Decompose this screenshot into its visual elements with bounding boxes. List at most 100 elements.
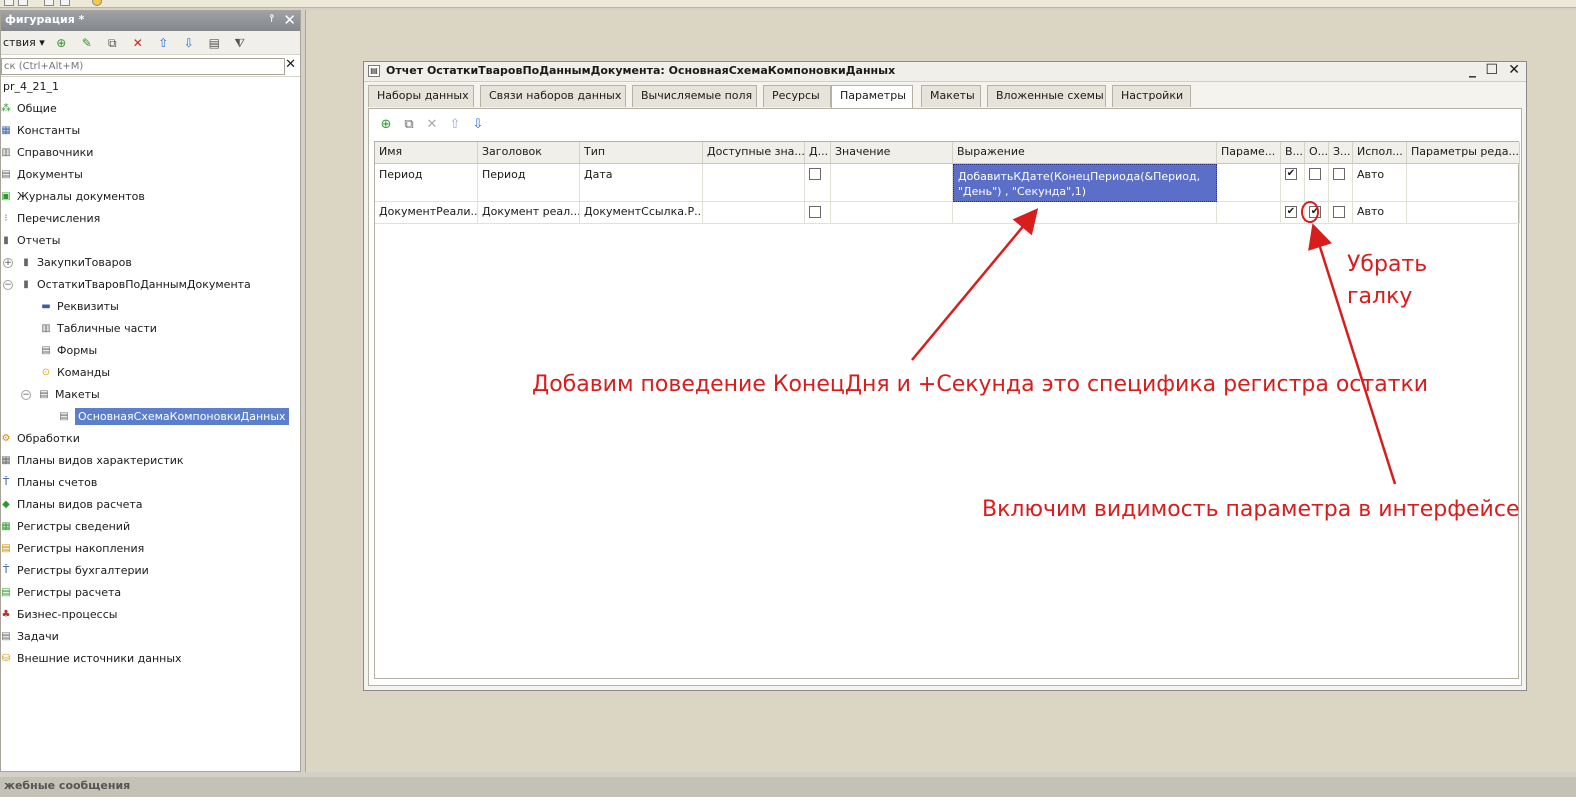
tree-item-report-stock[interactable]: − ▮ ОстаткиТваровПоДаннымДокумента [3, 275, 251, 295]
expand-icon[interactable]: + [3, 258, 13, 268]
move-down-icon[interactable]: ⇩ [469, 117, 487, 133]
tree-item-root[interactable]: pr_4_21_1 [3, 77, 59, 97]
include-checkbox[interactable]: ✔ [1285, 206, 1297, 218]
tree-item-accum-registers[interactable]: ▤ Регистры накопления [0, 539, 144, 559]
filter-icon[interactable]: ⧨ [231, 35, 249, 51]
column-header[interactable]: Испол... [1353, 142, 1407, 164]
restrict-checkbox[interactable] [1309, 168, 1321, 180]
delete-icon[interactable]: ✕ [423, 117, 441, 133]
pin-icon[interactable]: ⫯ [270, 13, 274, 24]
tab-datasets[interactable]: Наборы данных [368, 85, 474, 107]
tab-templates[interactable]: Макеты [921, 85, 981, 107]
column-header[interactable]: Имя [375, 142, 478, 164]
tree-item-business-processes[interactable]: ♣ Бизнес-процессы [0, 605, 118, 625]
actions-menu[interactable]: ствия ▾ [3, 35, 45, 51]
close-icon[interactable]: ✕ [1508, 62, 1520, 78]
table-cell[interactable]: ДокументСсылка.Р... [580, 202, 703, 224]
tree-item-calc-registers[interactable]: ▤ Регистры расчета [0, 583, 121, 603]
tree-item-tasks[interactable]: ▤ Задачи [0, 627, 59, 647]
add-icon[interactable]: ⊕ [52, 35, 70, 51]
table-cell[interactable]: Дата [580, 164, 703, 202]
column-header[interactable]: Выражение [953, 142, 1217, 164]
table-cell[interactable] [1217, 164, 1281, 202]
add-icon[interactable]: ⊕ [377, 117, 395, 133]
tree-item-documents[interactable]: ▤ Документы [0, 165, 83, 185]
table-cell[interactable] [703, 164, 805, 202]
column-header[interactable]: О... [1305, 142, 1329, 164]
tree-item-dataprocessors[interactable]: ⚙ Обработки [0, 429, 80, 449]
tree-item-catalogs[interactable]: ▥ Справочники [0, 143, 93, 163]
tree-item-reports[interactable]: ▮ Отчеты [0, 231, 60, 251]
column-header[interactable]: Значение [831, 142, 953, 164]
collapse-icon[interactable]: − [21, 390, 31, 400]
copy-icon[interactable]: ⧉ [103, 35, 121, 51]
toolbar-icon[interactable] [18, 0, 28, 6]
minimize-icon[interactable]: _ [1469, 62, 1476, 78]
table-cell[interactable] [953, 202, 1217, 224]
edit-icon[interactable]: ✎ [78, 35, 96, 51]
toolbar-icon[interactable] [92, 0, 102, 6]
toolbar-icon[interactable] [44, 0, 54, 6]
move-up-icon[interactable]: ⇧ [446, 117, 464, 133]
move-down-icon[interactable]: ⇩ [180, 35, 198, 51]
tab-parameters[interactable]: Параметры [831, 85, 913, 109]
column-header[interactable]: Параме... [1217, 142, 1281, 164]
maximize-icon[interactable]: ☐ [1485, 62, 1498, 78]
toolbar-icon[interactable] [4, 0, 14, 6]
table-cell[interactable] [1217, 202, 1281, 224]
tab-settings[interactable]: Настройки [1112, 85, 1191, 107]
tree-item-common[interactable]: ⁂ Общие [0, 99, 57, 119]
tree-item-main-schema[interactable]: ▤ ОсновнаяСхемаКомпоновкиДанных [57, 407, 289, 427]
tree-item-external-sources[interactable]: ⛁ Внешние источники данных [0, 649, 182, 669]
clear-search-icon[interactable]: ✕ [285, 57, 296, 72]
close-icon[interactable]: ✕ [283, 11, 296, 29]
table-cell[interactable] [1407, 164, 1520, 202]
sort-icon[interactable]: ▤ [205, 35, 223, 51]
tree-item-commands[interactable]: ⊙ Команды [39, 363, 110, 383]
tree-item-enums[interactable]: ⁝ Перечисления [0, 209, 100, 229]
copy-icon[interactable]: ⧉ [400, 117, 418, 133]
z-checkbox[interactable] [1333, 168, 1345, 180]
column-header[interactable]: Заголовок [478, 142, 580, 164]
tree-item-tabular-parts[interactable]: ▥ Табличные части [39, 319, 157, 339]
tree-item-chart-of-accounts[interactable]: Ť Планы счетов [0, 473, 97, 493]
table-cell[interactable] [703, 202, 805, 224]
restrict-checkbox[interactable]: ✔ [1309, 206, 1321, 218]
delete-icon[interactable]: ✕ [129, 35, 147, 51]
tree-item-report-purchases[interactable]: + ▮ ЗакупкиТоваров [3, 253, 132, 273]
table-cell[interactable]: Период [375, 164, 478, 202]
table-cell[interactable] [1407, 202, 1520, 224]
table-cell[interactable]: Авто [1353, 202, 1407, 224]
search-input[interactable] [1, 58, 285, 75]
column-header[interactable]: В... [1281, 142, 1305, 164]
availability-checkbox[interactable] [809, 206, 821, 218]
z-checkbox[interactable] [1333, 206, 1345, 218]
column-header[interactable]: Тип [580, 142, 703, 164]
table-cell[interactable] [831, 202, 953, 224]
column-header[interactable]: Доступные зна... [703, 142, 805, 164]
collapse-icon[interactable]: − [3, 280, 13, 290]
tree-item-calculation-types[interactable]: ◆ Планы видов расчета [0, 495, 142, 515]
tab-nested-schemas[interactable]: Вложенные схемы [987, 85, 1106, 107]
table-cell[interactable] [831, 164, 953, 202]
column-header[interactable]: З... [1329, 142, 1353, 164]
tab-dataset-links[interactable]: Связи наборов данных [480, 85, 626, 107]
table-cell[interactable]: Период [478, 164, 580, 202]
tab-calculated-fields[interactable]: Вычисляемые поля [632, 85, 757, 107]
tree-item-constants[interactable]: ▦ Константы [0, 121, 80, 141]
expression-cell[interactable]: ДобавитьКДате(КонецПериода(&Период, "Ден… [953, 164, 1217, 202]
tree-item-forms[interactable]: ▤ Формы [39, 341, 97, 361]
move-up-icon[interactable]: ⇧ [154, 35, 172, 51]
table-cell[interactable]: Документ реал... [478, 202, 580, 224]
column-header[interactable]: Д... [805, 142, 831, 164]
table-cell[interactable]: ДокументРеали... [375, 202, 478, 224]
availability-checkbox[interactable] [809, 168, 821, 180]
tree-item-templates[interactable]: − ▤ Макеты [21, 385, 100, 405]
toolbar-icon[interactable] [60, 0, 70, 6]
tree-item-accounting-registers[interactable]: Ť Регистры бухгалтерии [0, 561, 149, 581]
tree-item-info-registers[interactable]: ▦ Регистры сведений [0, 517, 130, 537]
tab-resources[interactable]: Ресурсы [763, 85, 831, 107]
tree-item-chart-of-characteristics[interactable]: ▦ Планы видов характеристик [0, 451, 183, 471]
include-checkbox[interactable]: ✔ [1285, 168, 1297, 180]
tree-item-journals[interactable]: ▣ Журналы документов [0, 187, 145, 207]
